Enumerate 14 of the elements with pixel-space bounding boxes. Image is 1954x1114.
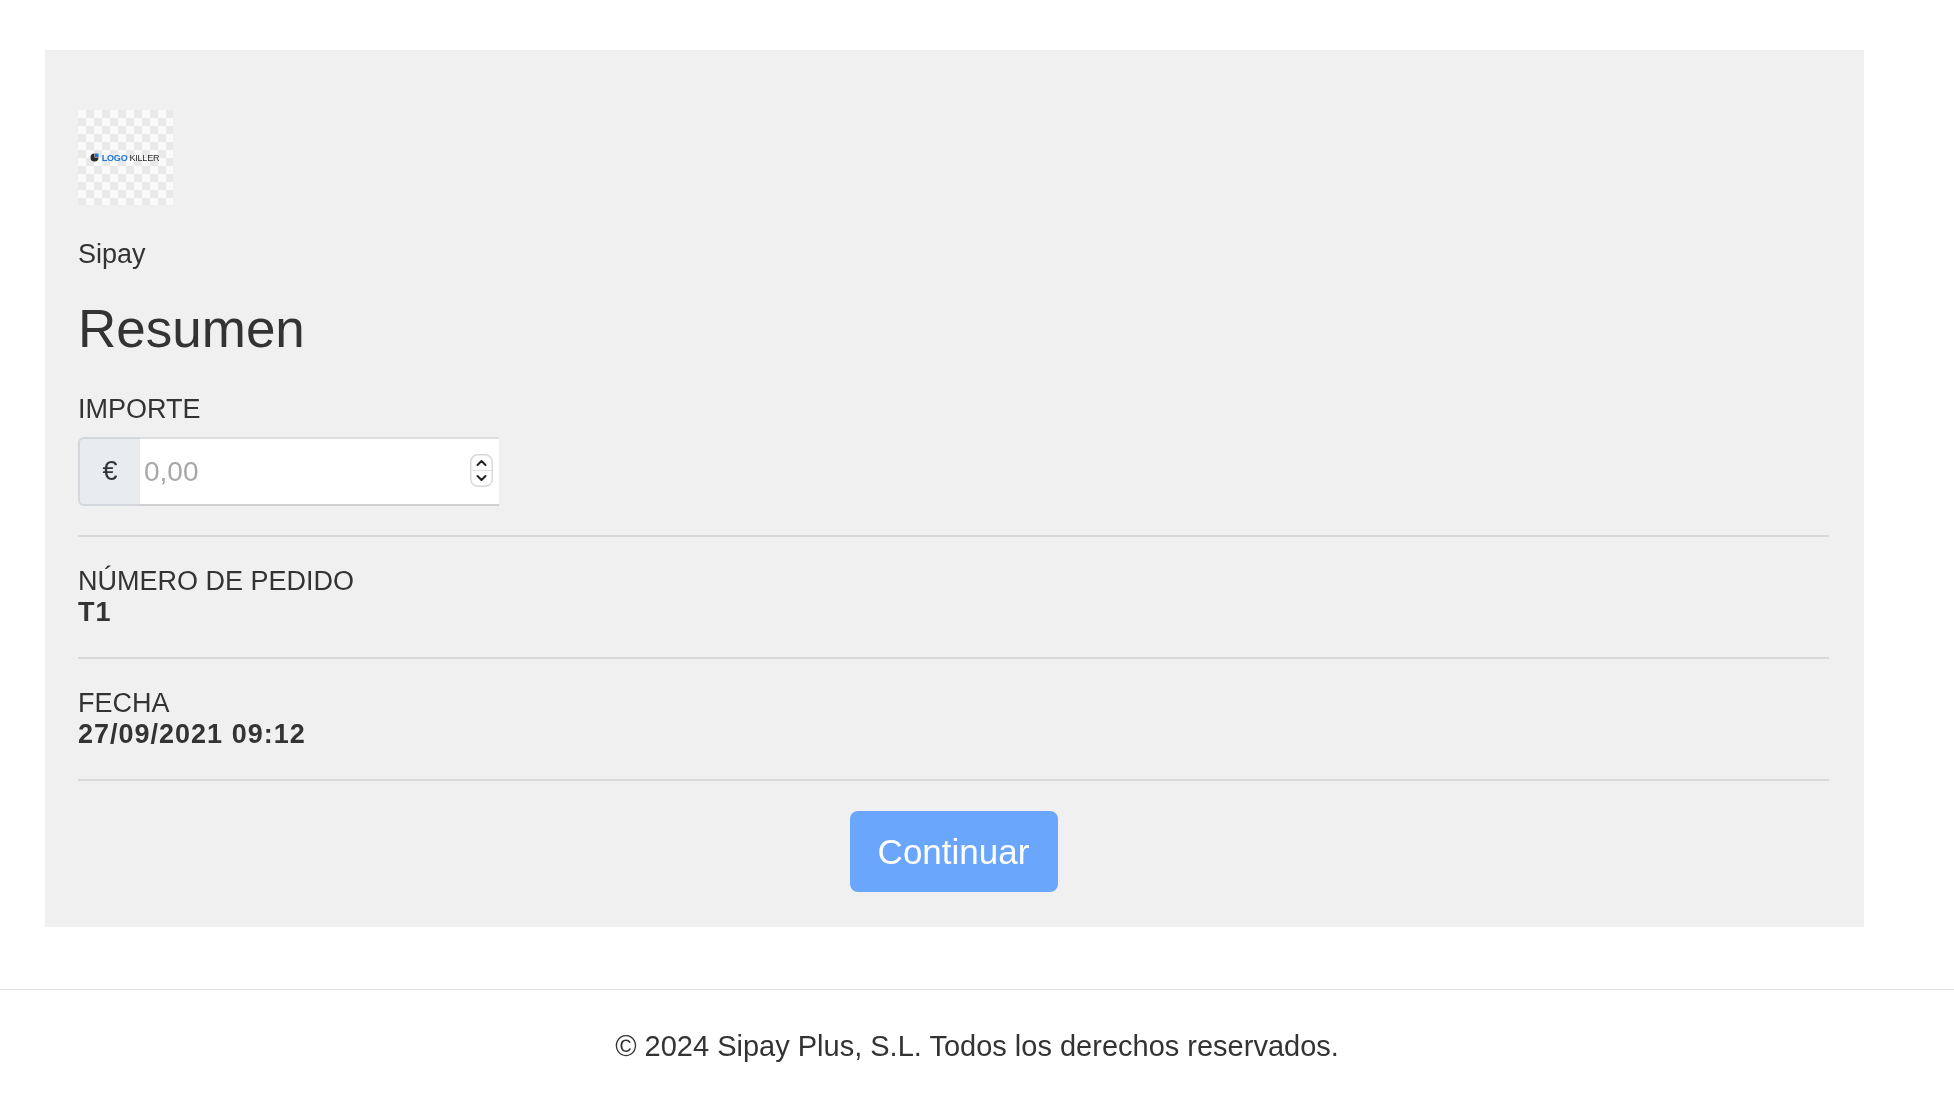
detail-label: FECHA [78,688,170,719]
merchant-name: Sipay [78,238,146,270]
amount-input[interactable]: 0,00 [140,437,499,506]
logo-mark-icon [89,153,99,162]
logo-text: LOGO KILLER [101,152,161,163]
copyright-text: © 2024 Sipay Plus, S.L. Todos los derechos reservados. [615,1029,1339,1063]
stepper-icon[interactable] [470,454,493,487]
detail-value: T1 [78,597,112,628]
detail-value: 27/09/2021 09:12 [78,719,306,750]
detail-label: NÚMERO DE PEDIDO [78,566,355,597]
currency-addon: € [78,437,140,506]
page-title: Resumen [78,298,305,360]
continue-button[interactable]: Continuar [849,811,1058,892]
field-label: IMPORTE [78,393,201,425]
